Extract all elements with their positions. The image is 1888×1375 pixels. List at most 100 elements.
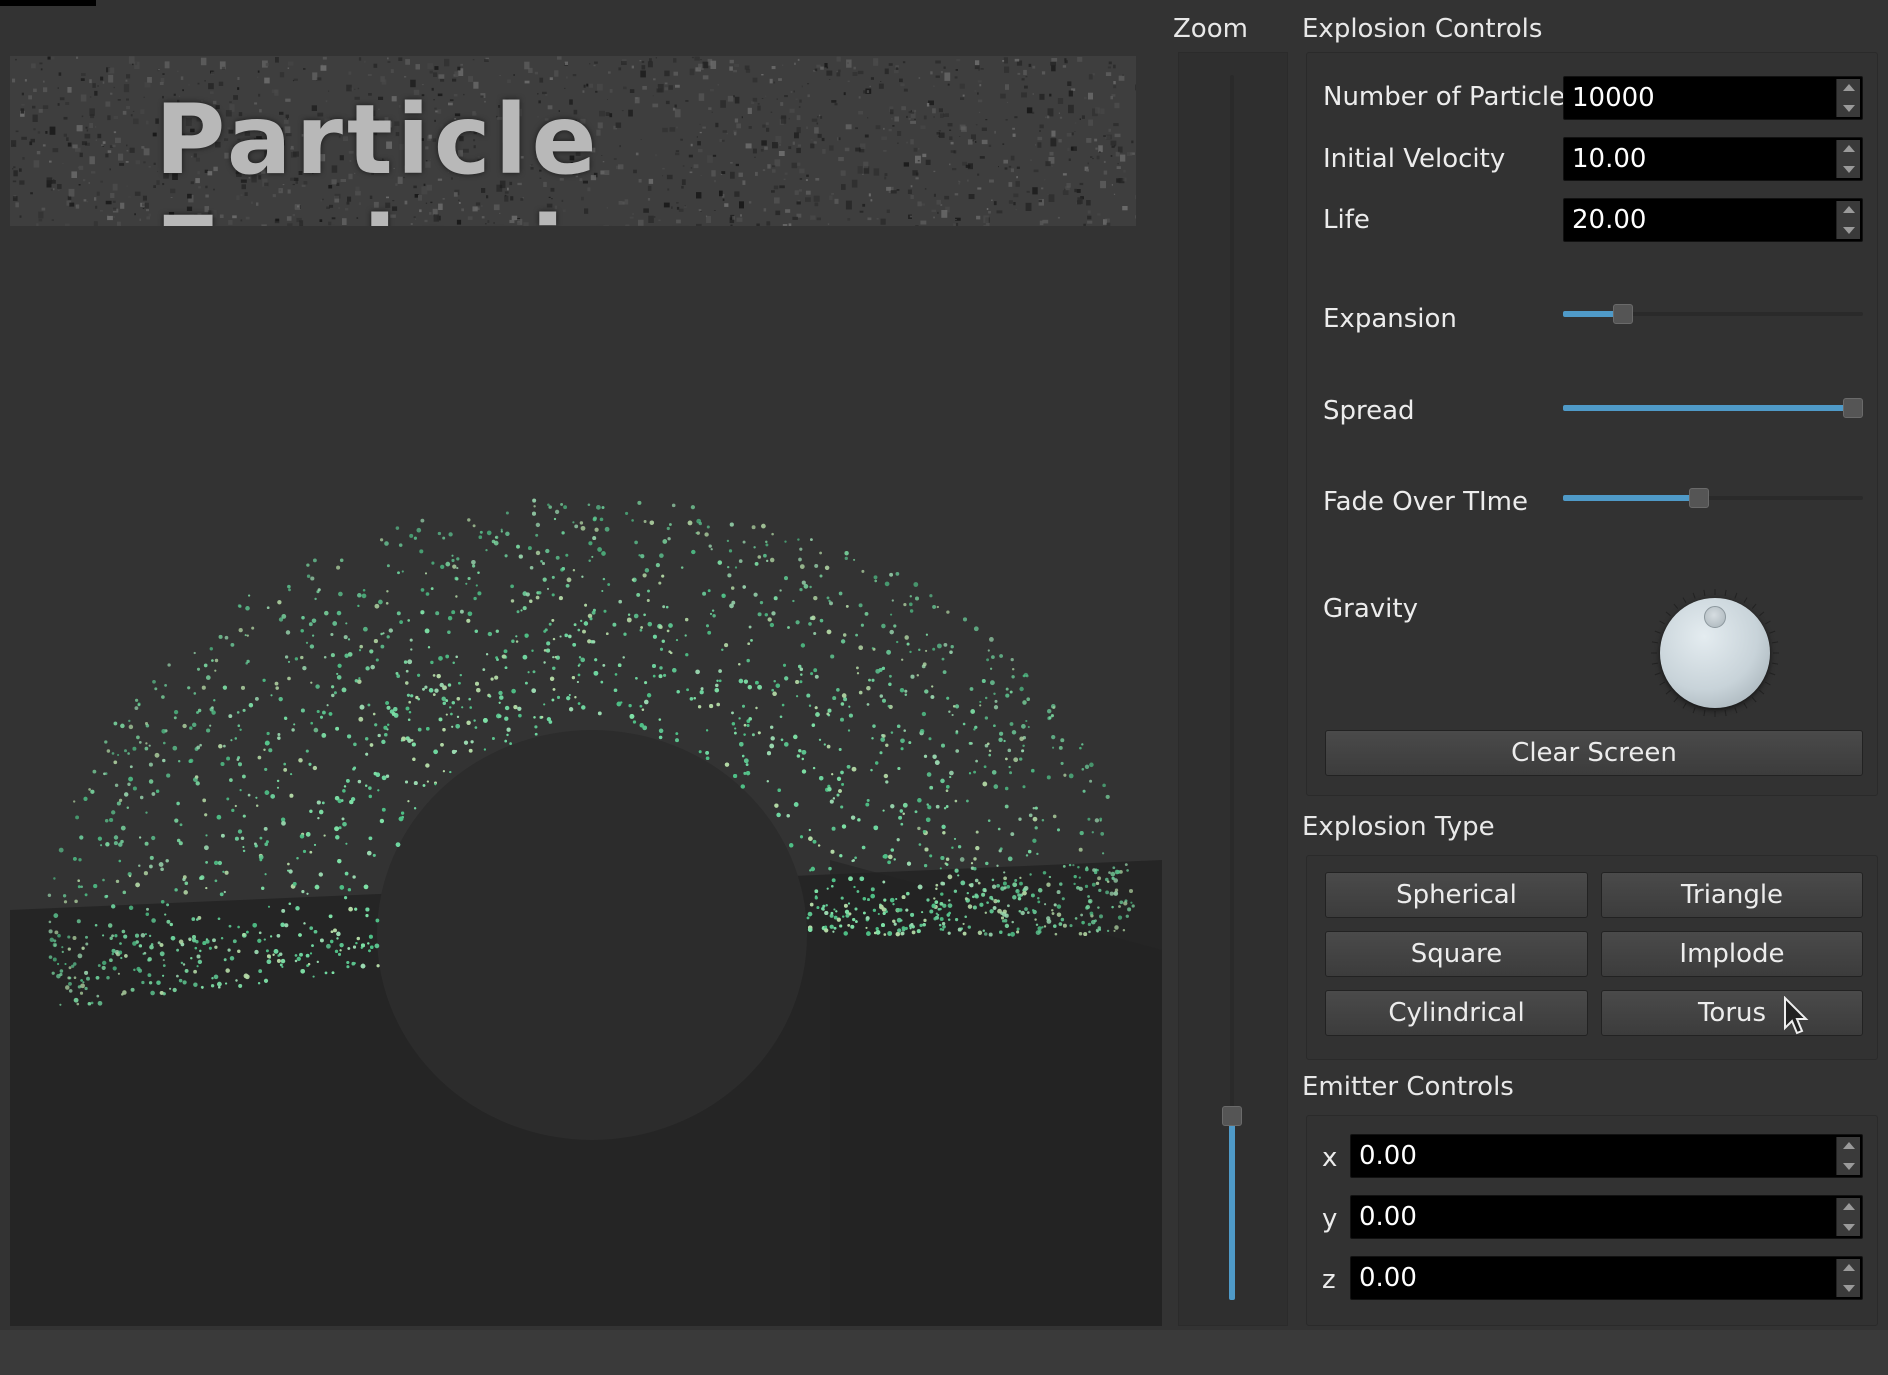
particle (370, 664, 375, 670)
particle (858, 645, 864, 651)
particle (349, 800, 354, 805)
particle (73, 800, 76, 803)
particle (217, 981, 222, 987)
particle (999, 731, 1004, 736)
banner-speckle (89, 123, 94, 129)
particle (1010, 657, 1014, 662)
banner-speckle (15, 58, 17, 61)
banner-speckle (92, 83, 96, 88)
particle (84, 893, 88, 897)
particle (381, 807, 386, 812)
particle (1056, 912, 1062, 917)
particle (999, 930, 1003, 934)
particle (532, 498, 537, 503)
particle (690, 505, 695, 510)
particle (189, 726, 193, 730)
particle (668, 650, 671, 653)
particle (266, 954, 271, 959)
banner-speckle (593, 64, 596, 67)
particle (120, 825, 126, 831)
particle (1097, 906, 1100, 909)
particle (572, 521, 575, 524)
particle (771, 532, 774, 536)
particle (332, 621, 338, 626)
particle (1106, 929, 1110, 933)
particle (518, 554, 523, 559)
particle (1068, 863, 1072, 867)
particle (147, 958, 151, 962)
particle (841, 782, 845, 786)
particle (308, 622, 313, 627)
particle (892, 919, 896, 923)
particle (742, 585, 746, 589)
banner-speckle (40, 68, 43, 71)
particle (731, 711, 734, 715)
banner-speckle (128, 56, 135, 64)
particle (600, 680, 604, 684)
particle (568, 707, 574, 712)
particle (281, 908, 286, 913)
particle (885, 743, 889, 747)
particle (806, 693, 811, 698)
banner-speckle (734, 63, 739, 67)
particle (830, 849, 835, 854)
particle (684, 634, 687, 637)
banner-speckle (76, 56, 79, 59)
particle (929, 594, 933, 598)
particle (921, 711, 927, 717)
particle (419, 549, 424, 554)
particle (726, 539, 730, 543)
particle (473, 719, 476, 722)
particle (551, 698, 555, 702)
particle (993, 705, 999, 710)
particle (176, 974, 179, 978)
particle (264, 767, 268, 771)
particle (939, 927, 943, 931)
particle (52, 942, 58, 948)
particle (1056, 890, 1061, 895)
particle (753, 546, 756, 549)
particle (451, 610, 456, 615)
particle (665, 605, 669, 609)
particle (420, 588, 425, 592)
particle (757, 684, 762, 690)
particle (161, 695, 165, 699)
particle (182, 875, 187, 879)
particle (160, 900, 165, 904)
particle (924, 689, 929, 694)
particle (235, 979, 238, 982)
particle (196, 711, 199, 714)
banner-speckle (404, 76, 407, 78)
particle (336, 937, 339, 940)
particle (812, 766, 816, 770)
particle (109, 936, 113, 940)
particle (118, 950, 123, 955)
particle (581, 575, 584, 578)
particle (306, 574, 311, 578)
particle (222, 685, 227, 690)
particle (1061, 897, 1065, 901)
particle (193, 692, 197, 695)
particle (486, 530, 492, 536)
particle (386, 705, 391, 710)
particle (568, 635, 572, 638)
particle (899, 809, 903, 813)
particle (823, 743, 826, 746)
particle (145, 742, 148, 745)
particle (447, 683, 452, 687)
banner-speckle (143, 148, 150, 156)
particle (1004, 923, 1010, 929)
particle (1053, 903, 1057, 907)
particle (85, 935, 88, 939)
particle (984, 716, 989, 720)
particle (434, 688, 439, 693)
particle (1009, 722, 1014, 726)
particle (1007, 748, 1012, 753)
particle (824, 925, 828, 929)
particle-viewport[interactable]: Particle Explosion (10, 40, 1162, 1326)
particle (242, 814, 246, 818)
particle (238, 762, 242, 767)
particle (103, 772, 106, 776)
particle (80, 885, 83, 888)
particle (728, 549, 733, 553)
